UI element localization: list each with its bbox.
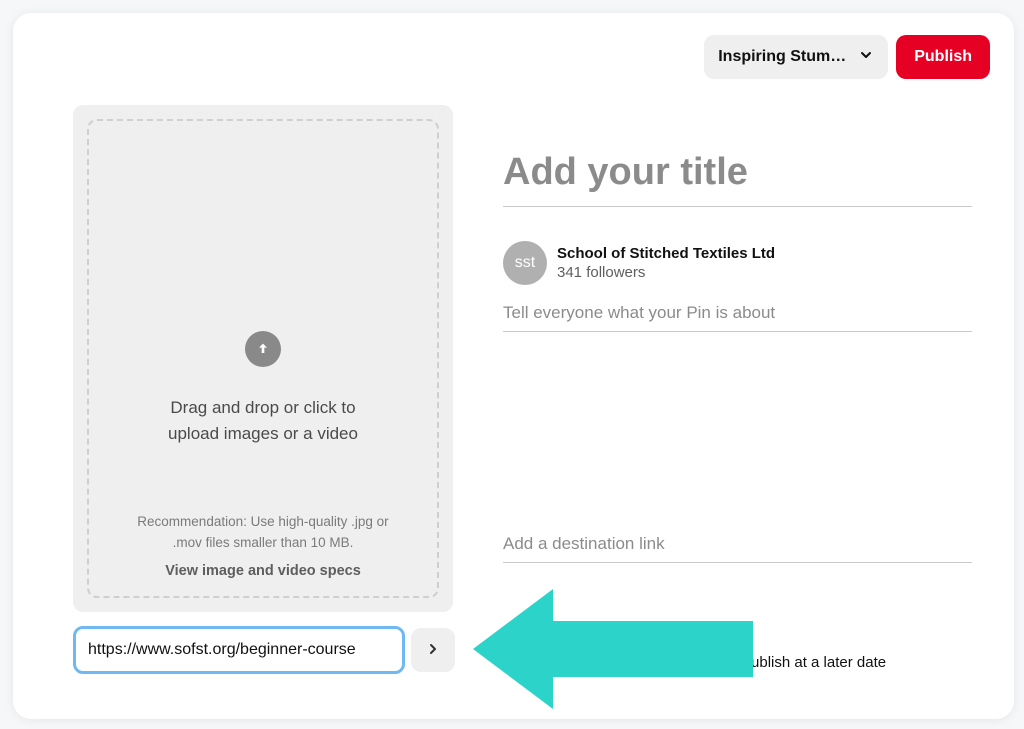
author-name: School of Stitched Textiles Ltd (557, 245, 775, 262)
author-row: sst School of Stitched Textiles Ltd 341 … (503, 241, 972, 285)
description-input[interactable] (503, 285, 972, 332)
publish-button[interactable]: Publish (896, 35, 990, 79)
annotation-arrow-icon (473, 589, 753, 709)
view-specs-link[interactable]: View image and video specs (89, 560, 437, 582)
board-selector[interactable]: Inspiring Stum… (704, 35, 888, 79)
author-text: School of Stitched Textiles Ltd 341 foll… (557, 245, 775, 281)
pin-form: sst School of Stitched Textiles Ltd 341 … (503, 145, 972, 563)
upload-message: Drag and drop or click to upload images … (168, 395, 358, 446)
upload-rec-line1: Recommendation: Use high-quality .jpg or (89, 512, 437, 533)
publish-later-label: Publish at a later date (741, 654, 886, 671)
destination-link-input[interactable] (503, 516, 972, 563)
destination-link-block (503, 516, 972, 563)
source-url-submit-button[interactable] (411, 628, 455, 672)
publish-later-row: Publish at a later date (713, 653, 886, 671)
publish-later-radio[interactable] (713, 653, 731, 671)
upload-rec-line2: .mov files smaller than 10 MB. (89, 533, 437, 554)
upload-message-line1: Drag and drop or click to (170, 398, 355, 417)
source-url-input[interactable] (73, 626, 405, 674)
board-selected-label: Inspiring Stum… (718, 48, 846, 66)
upload-message-line2: upload images or a video (168, 424, 358, 443)
upload-footer: Recommendation: Use high-quality .jpg or… (89, 512, 437, 582)
pin-create-card: Inspiring Stum… Publish Drag and drop or… (13, 13, 1014, 719)
author-followers: 341 followers (557, 264, 775, 281)
upload-arrow-icon (245, 331, 281, 367)
chevron-down-icon (858, 47, 874, 68)
source-url-row (73, 626, 455, 674)
avatar: sst (503, 241, 547, 285)
chevron-right-icon (425, 641, 441, 660)
upload-panel: Drag and drop or click to upload images … (73, 105, 453, 612)
title-input[interactable] (503, 145, 972, 207)
topbar: Inspiring Stum… Publish (704, 35, 990, 79)
upload-dropzone[interactable]: Drag and drop or click to upload images … (87, 119, 439, 598)
